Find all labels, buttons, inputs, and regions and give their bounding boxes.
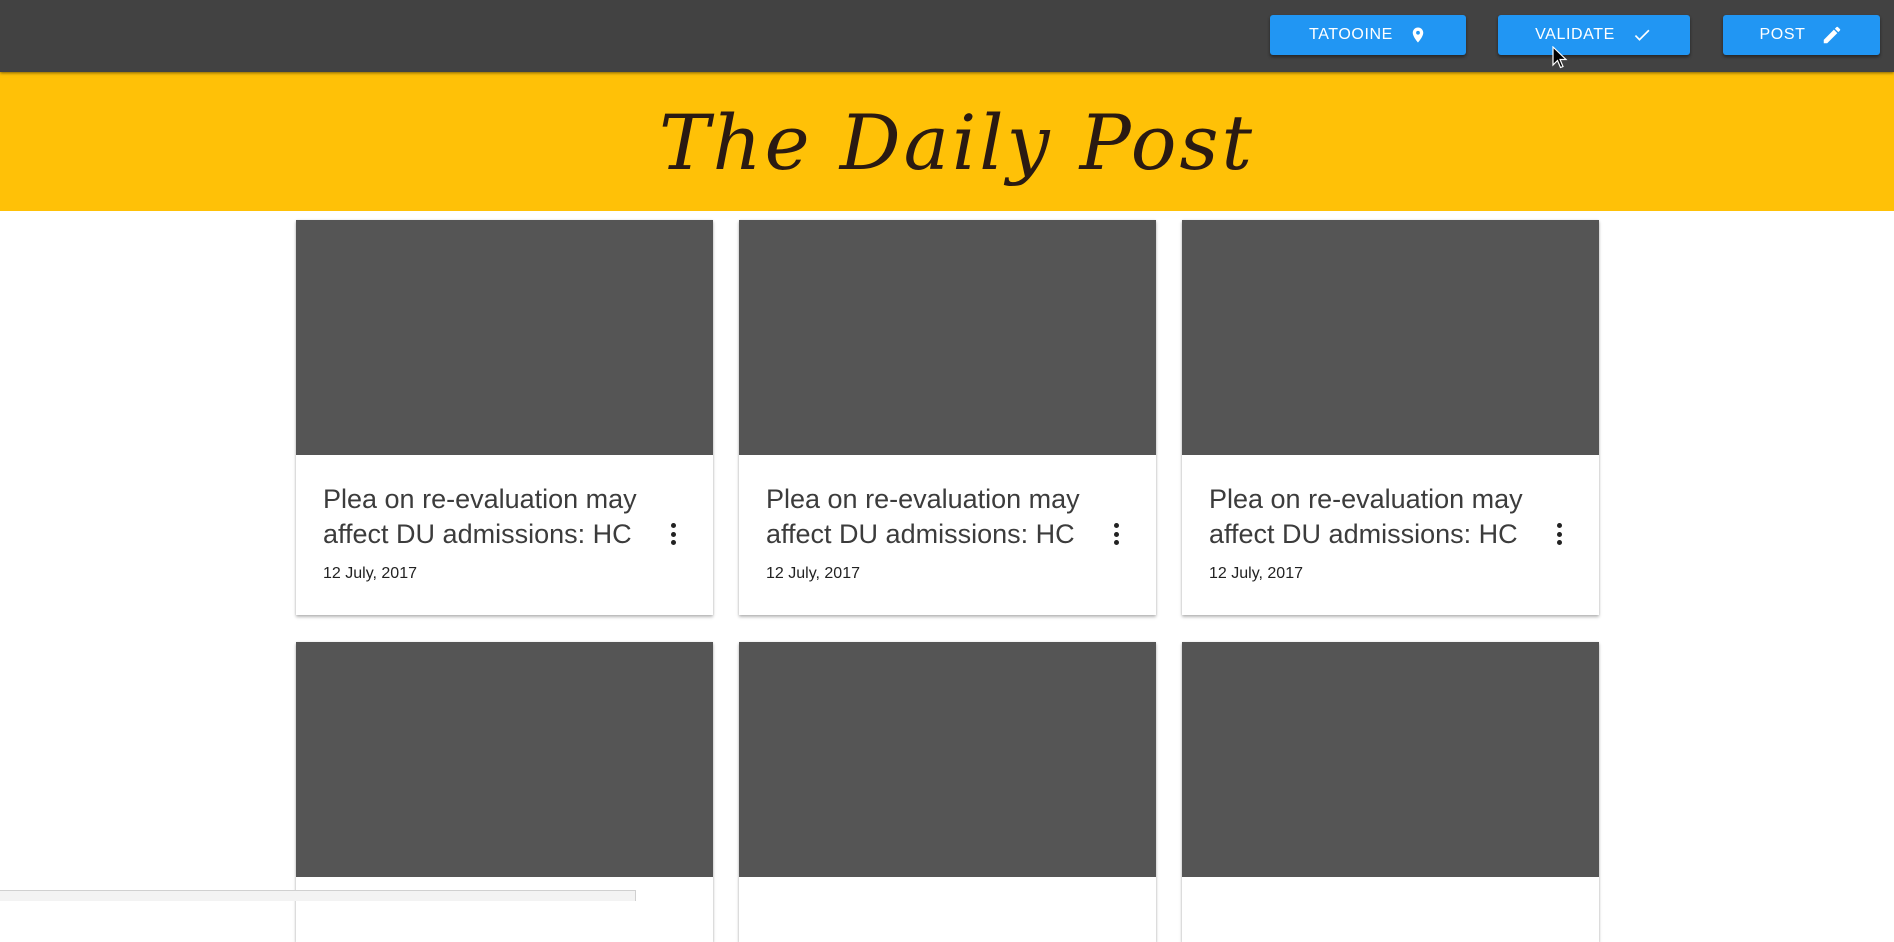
card-date: 12 July, 2017 (1209, 565, 1303, 582)
news-card[interactable] (1182, 642, 1599, 942)
news-card[interactable] (739, 642, 1156, 942)
top-app-bar: TATOOINE VALIDATE POST (0, 0, 1894, 72)
pencil-icon (1821, 24, 1843, 46)
card-title[interactable]: Plea on re-evaluation may affect DU admi… (323, 482, 663, 552)
card-body: Plea on re-evaluation may affect DU admi… (1182, 455, 1599, 615)
map-marker-icon (1409, 24, 1427, 46)
card-date: 12 July, 2017 (766, 565, 860, 582)
card-body: Plea on re-evaluation may affect DU admi… (739, 455, 1156, 615)
more-vert-icon[interactable] (666, 523, 680, 545)
card-image-placeholder (296, 220, 713, 455)
more-vert-icon[interactable] (1109, 523, 1123, 545)
tatooine-button[interactable]: TATOOINE (1270, 15, 1466, 55)
browser-status-bar (0, 890, 636, 901)
card-image-placeholder (296, 642, 713, 877)
card-image-placeholder (1182, 642, 1599, 877)
tatooine-button-label: TATOOINE (1309, 26, 1393, 43)
card-title[interactable]: Plea on re-evaluation may affect DU admi… (1209, 482, 1549, 552)
check-icon (1631, 25, 1653, 45)
card-image-placeholder (739, 220, 1156, 455)
masthead-banner: The Daily Post (0, 72, 1894, 211)
more-vert-icon[interactable] (1552, 523, 1566, 545)
post-button-label: POST (1759, 26, 1806, 43)
card-date: 12 July, 2017 (323, 565, 417, 582)
news-card[interactable]: Plea on re-evaluation may affect DU admi… (1182, 220, 1599, 615)
post-button[interactable]: POST (1723, 15, 1880, 55)
card-title[interactable]: Plea on re-evaluation may affect DU admi… (766, 482, 1106, 552)
card-body: Plea on re-evaluation may affect DU admi… (296, 455, 713, 615)
validate-button-label: VALIDATE (1535, 26, 1615, 43)
mouse-cursor-icon (1552, 45, 1568, 75)
news-card[interactable]: Plea on re-evaluation may affect DU admi… (296, 220, 713, 615)
card-image-placeholder (739, 642, 1156, 877)
validate-button[interactable]: VALIDATE (1498, 15, 1690, 55)
news-card[interactable]: Plea on re-evaluation may affect DU admi… (739, 220, 1156, 615)
masthead-title: The Daily Post (658, 98, 1256, 187)
card-image-placeholder (1182, 220, 1599, 455)
